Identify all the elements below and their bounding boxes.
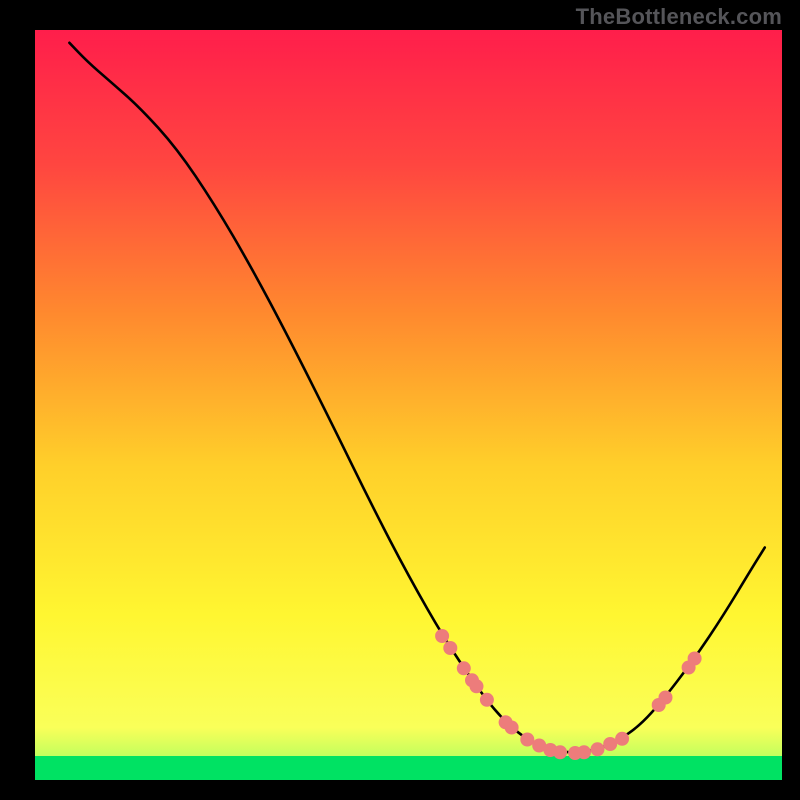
chart-container: { "watermark": "TheBottleneck.com", "cha… xyxy=(0,0,800,800)
marker-dot xyxy=(688,652,702,666)
marker-dot xyxy=(457,661,471,675)
marker-dot xyxy=(553,745,567,759)
marker-dot xyxy=(520,733,534,747)
marker-dot xyxy=(659,691,673,705)
plot-background xyxy=(35,30,782,780)
chart-svg xyxy=(0,0,800,800)
marker-dot xyxy=(615,732,629,746)
marker-dot xyxy=(443,641,457,655)
watermark-text: TheBottleneck.com xyxy=(576,4,782,30)
marker-dot xyxy=(435,629,449,643)
marker-dot xyxy=(603,737,617,751)
green-band xyxy=(35,756,782,780)
marker-dot xyxy=(470,679,484,693)
marker-dot xyxy=(577,745,591,759)
marker-dot xyxy=(480,693,494,707)
marker-dot xyxy=(591,742,605,756)
marker-dot xyxy=(505,721,519,735)
